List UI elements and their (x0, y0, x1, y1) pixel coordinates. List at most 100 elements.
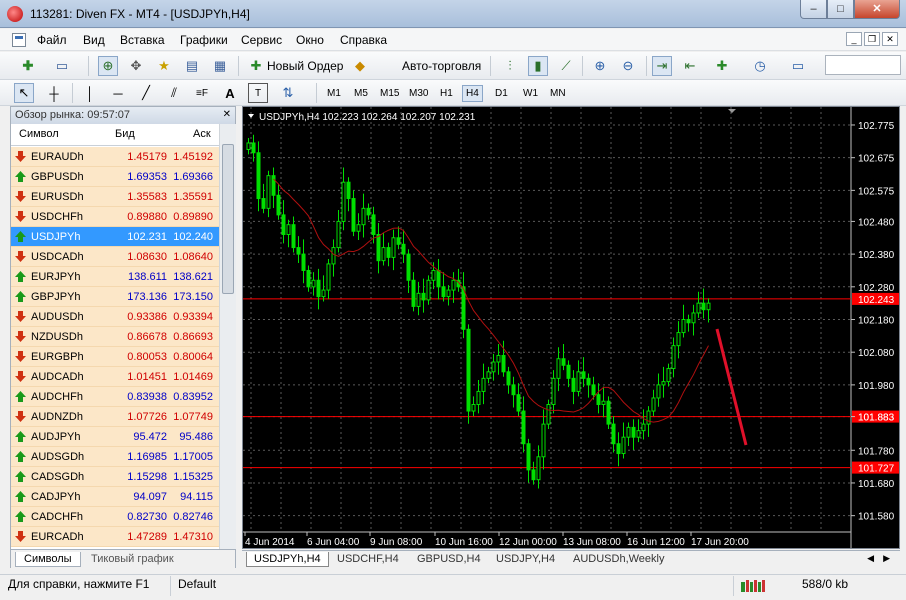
menu-file[interactable]: Файл (37, 33, 67, 47)
channel-icon[interactable]: ⫽ (164, 83, 184, 103)
crosshair-icon[interactable]: ┼ (44, 83, 64, 103)
menu-help[interactable]: Справка (340, 33, 387, 47)
market-watch-row[interactable]: NZDUSDh 0.86678 0.86693 (11, 327, 219, 347)
market-watch-row[interactable]: EURJPYh 138.611 138.621 (11, 267, 219, 287)
zoom-out-icon[interactable]: ⊖ (618, 56, 638, 76)
market-watch-row[interactable]: GBPUSDh 1.69353 1.69366 (11, 167, 219, 187)
minimize-button[interactable]: – (800, 0, 827, 19)
vertical-line-icon[interactable]: │ (80, 83, 100, 103)
fibonacci-icon[interactable]: ≡F (192, 83, 212, 103)
market-watch-icon[interactable]: ⊕ (98, 56, 118, 76)
horizontal-line-icon[interactable]: ─ (108, 83, 128, 103)
mdi-restore-icon[interactable]: ❐ (864, 32, 880, 46)
panel-close-icon[interactable]: ✕ (223, 109, 231, 120)
new-order-icon[interactable]: ✚ (246, 56, 266, 76)
col-bid[interactable]: Бид (115, 128, 135, 140)
tf-m30[interactable]: M30 (405, 85, 432, 102)
tf-d1[interactable]: D1 (491, 85, 512, 102)
chart-window[interactable]: 102.243 101.883 101.727 USDJPYh,H4 102.223… (242, 106, 900, 549)
market-watch-row[interactable]: USDCADh 1.08630 1.08640 (11, 247, 219, 267)
market-watch-row[interactable]: AUDUSDh 0.93386 0.93394 (11, 307, 219, 327)
market-watch-row[interactable]: AUDSGDh 1.16985 1.17005 (11, 447, 219, 467)
market-watch-row[interactable]: AUDCHFh 0.83938 0.83952 (11, 387, 219, 407)
menu-view[interactable]: Вид (83, 33, 105, 47)
periods-icon[interactable]: ◷ (750, 56, 770, 76)
market-watch-row[interactable]: AUDNZDh 1.07726 1.07749 (11, 407, 219, 427)
row-symbol: AUDNZDh (31, 411, 83, 423)
mdi-close-icon[interactable]: ✕ (882, 32, 898, 46)
date-tick-label: 17 Jun 20:00 (691, 537, 749, 548)
market-watch-row[interactable]: USDCHFh 0.89880 0.89890 (11, 207, 219, 227)
data-window-icon[interactable]: ✥ (126, 56, 146, 76)
arrows-icon[interactable]: ⇅ (278, 83, 298, 103)
expert-icon[interactable]: ◆ (350, 56, 370, 76)
profiles-icon[interactable]: ▭ (52, 56, 72, 76)
market-watch-row[interactable]: CADCHFh 0.82730 0.82746 (11, 507, 219, 527)
menu-service[interactable]: Сервис (241, 33, 282, 47)
trendline-icon[interactable]: ╱ (136, 83, 156, 103)
tf-w1[interactable]: W1 (519, 85, 542, 102)
market-watch-row[interactable]: EURUSDh 1.35583 1.35591 (11, 187, 219, 207)
tf-h1[interactable]: H1 (436, 85, 457, 102)
market-watch-row[interactable]: AUDJPYh 95.472 95.486 (11, 427, 219, 447)
tf-h4[interactable]: H4 (462, 85, 483, 102)
tabs-left-icon[interactable]: ◀ (867, 553, 874, 564)
chart-shift-icon[interactable]: ⇤ (680, 56, 700, 76)
text-label-icon[interactable]: T (248, 83, 268, 103)
bar-chart-icon[interactable]: ⫶ (500, 56, 520, 76)
mdi-minimize-icon[interactable]: _ (846, 32, 862, 46)
candle-body (351, 198, 356, 232)
cursor-icon[interactable]: ↖ (14, 83, 34, 103)
document-icon[interactable] (12, 33, 26, 47)
market-watch-row[interactable]: AUDCADh 1.01451 1.01469 (11, 367, 219, 387)
chart-tab-audusdh-weekly[interactable]: AUDUSDh,Weekly (566, 552, 672, 566)
market-watch-scrollbar[interactable] (219, 124, 236, 549)
market-watch-row[interactable]: USDJPYh 102.231 102.240 (11, 227, 219, 247)
auto-trading-button[interactable]: Авто-торговля (402, 59, 481, 73)
col-ask[interactable]: Аск (193, 128, 211, 140)
candle-body (451, 279, 456, 291)
tf-m1[interactable]: M1 (323, 85, 345, 102)
new-chart-icon[interactable]: ✚ (18, 56, 38, 76)
tester-icon[interactable]: ▦ (210, 56, 230, 76)
market-watch-row[interactable]: CADSGDh 1.15298 1.15325 (11, 467, 219, 487)
candles-icon[interactable]: ▮ (528, 56, 548, 76)
candle-body (331, 247, 336, 265)
menu-insert[interactable]: Вставка (120, 33, 165, 47)
chart-tab-usdjpyh-h4[interactable]: USDJPYh,H4 (246, 552, 329, 567)
close-button[interactable]: ✕ (854, 0, 900, 19)
zoom-in-icon[interactable]: ⊕ (590, 56, 610, 76)
tabs-right-icon[interactable]: ▶ (883, 553, 890, 564)
chart-tab-usdchf-h4[interactable]: USDCHF,H4 (330, 552, 406, 566)
col-symbol[interactable]: Символ (19, 128, 59, 140)
market-watch-row[interactable]: CADJPYh 94.097 94.115 (11, 487, 219, 507)
indicators-icon[interactable]: ✚ (712, 56, 732, 76)
chart-tab-usdjpy-h4[interactable]: USDJPY,H4 (489, 552, 562, 566)
navigator-icon[interactable]: ★ (154, 56, 174, 76)
candle-body (641, 423, 646, 432)
candle-body (291, 224, 296, 249)
market-watch-row[interactable]: EURGBPh 0.80053 0.80064 (11, 347, 219, 367)
tf-m5[interactable]: M5 (350, 85, 372, 102)
tf-mn[interactable]: MN (546, 85, 570, 102)
tab-tick-chart[interactable]: Тиковый график (83, 552, 182, 566)
menu-charts[interactable]: Графики (180, 33, 228, 47)
text-icon[interactable]: A (220, 83, 240, 103)
line-chart-icon[interactable]: ⟋ (556, 56, 576, 76)
maximize-button[interactable]: □ (827, 0, 854, 19)
tf-m15[interactable]: M15 (376, 85, 403, 102)
autoscroll-icon[interactable]: ⇥ (652, 56, 672, 76)
new-order-button[interactable]: Новый Ордер (267, 59, 343, 73)
chart-tab-gbpusd-h4[interactable]: GBPUSD,H4 (410, 552, 488, 566)
templates-icon[interactable]: ▭ (788, 56, 808, 76)
market-watch-row[interactable]: EURCADh 1.47289 1.47310 (11, 527, 219, 547)
market-watch-row[interactable]: GBPJPYh 173.136 173.150 (11, 287, 219, 307)
search-input[interactable] (825, 55, 901, 75)
menu-window[interactable]: Окно (296, 33, 324, 47)
tab-symbols[interactable]: Символы (15, 552, 81, 567)
market-watch-row[interactable]: EURAUDh 1.45179 1.45192 (11, 147, 219, 167)
terminal-icon[interactable]: ▤ (182, 56, 202, 76)
candle-body (271, 175, 276, 196)
arrow-down-icon (15, 411, 26, 422)
price-chart[interactable]: 102.243 101.883 101.727 USDJPYh,H4 102.223… (243, 107, 899, 548)
